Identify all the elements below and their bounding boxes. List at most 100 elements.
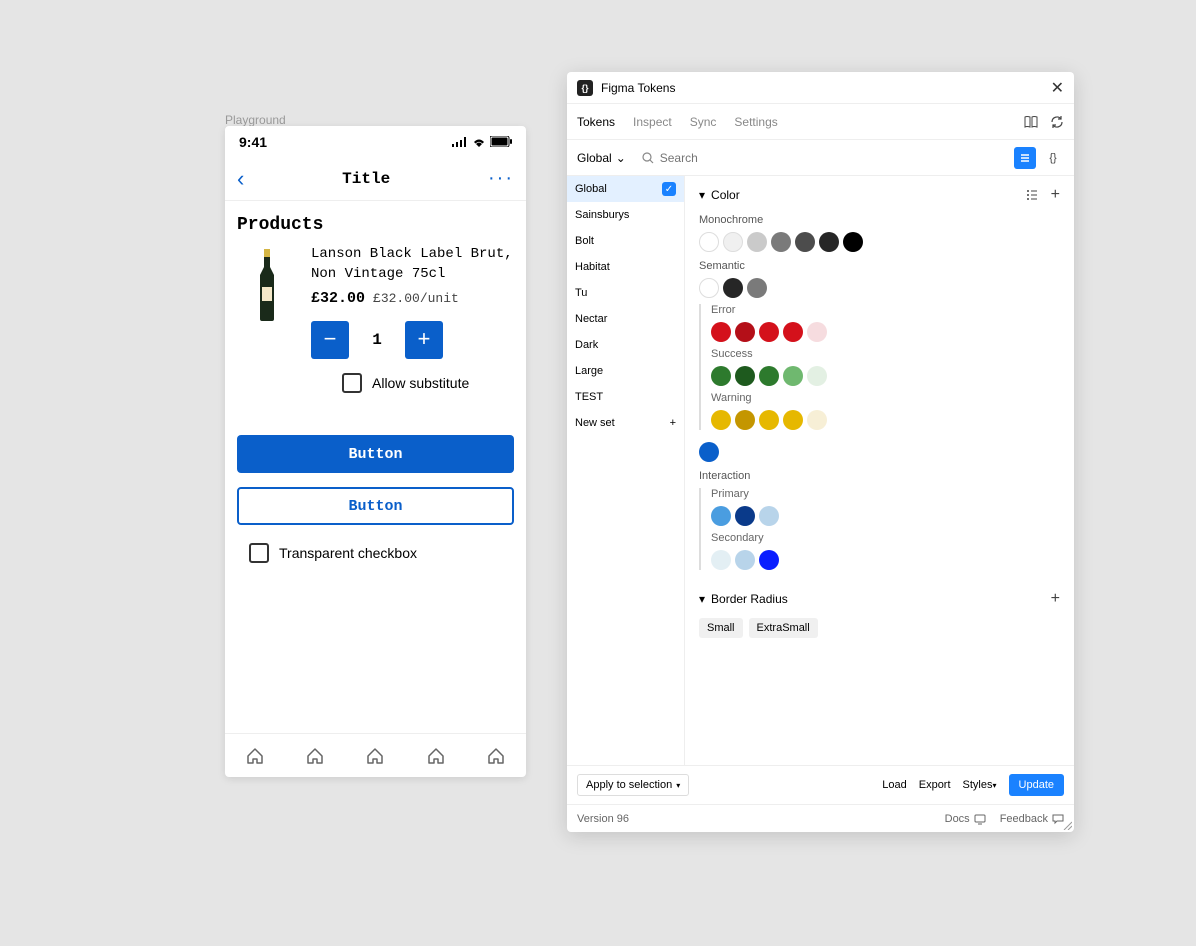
color-swatch[interactable] — [711, 410, 731, 430]
styles-dropdown[interactable]: Styles▾ — [963, 779, 997, 791]
products-heading: Products — [225, 201, 526, 245]
qty-increase-button[interactable]: + — [405, 321, 443, 359]
add-token-button[interactable]: + — [1051, 186, 1060, 204]
secondary-label: Secondary — [711, 532, 1060, 544]
sidebar-item-label: Sainsburys — [575, 209, 629, 221]
transparent-checkbox[interactable] — [249, 543, 269, 563]
color-swatch[interactable] — [711, 550, 731, 570]
color-swatch[interactable] — [711, 366, 731, 386]
docs-link[interactable]: Docs — [945, 813, 986, 825]
allow-substitute-checkbox[interactable] — [342, 373, 362, 393]
color-swatch[interactable] — [699, 278, 719, 298]
tab-home-3[interactable] — [366, 747, 384, 765]
color-swatch[interactable] — [759, 506, 779, 526]
qty-value: 1 — [367, 331, 387, 349]
book-icon[interactable] — [1024, 115, 1038, 129]
tab-inspect[interactable]: Inspect — [633, 115, 672, 129]
color-swatch[interactable] — [783, 366, 803, 386]
add-radius-button[interactable]: + — [1051, 590, 1060, 608]
close-button[interactable]: ✕ — [1051, 78, 1064, 98]
color-swatch[interactable] — [819, 232, 839, 252]
view-list-button[interactable] — [1014, 147, 1036, 169]
tab-sync[interactable]: Sync — [690, 115, 717, 129]
new-set-button[interactable]: New set + — [567, 410, 684, 436]
color-swatch[interactable] — [735, 410, 755, 430]
color-section-toggle[interactable]: ▾ Color — [699, 188, 740, 202]
color-swatch[interactable] — [699, 442, 719, 462]
tab-home-5[interactable] — [487, 747, 505, 765]
qty-decrease-button[interactable]: − — [311, 321, 349, 359]
error-label: Error — [711, 304, 1060, 316]
color-swatch[interactable] — [843, 232, 863, 252]
apply-selection-dropdown[interactable]: Apply to selection ▾ — [577, 774, 689, 796]
color-swatch[interactable] — [747, 232, 767, 252]
list-icon — [1019, 152, 1031, 164]
color-swatch[interactable] — [759, 550, 779, 570]
primary-button[interactable]: Button — [237, 435, 514, 473]
plus-icon: + — [670, 417, 676, 429]
sidebar-item-habitat[interactable]: Habitat — [567, 254, 684, 280]
sidebar-item-dark[interactable]: Dark — [567, 332, 684, 358]
color-swatch[interactable] — [759, 410, 779, 430]
more-button[interactable]: ··· — [488, 167, 514, 190]
color-swatch[interactable] — [711, 506, 731, 526]
color-swatch[interactable] — [735, 322, 755, 342]
color-swatch[interactable] — [759, 366, 779, 386]
list-view-icon[interactable] — [1025, 188, 1039, 202]
color-swatch[interactable] — [807, 366, 827, 386]
refresh-icon[interactable] — [1050, 115, 1064, 129]
color-swatch[interactable] — [735, 550, 755, 570]
color-swatch[interactable] — [783, 322, 803, 342]
sidebar-item-large[interactable]: Large — [567, 358, 684, 384]
color-swatch[interactable] — [711, 322, 731, 342]
chip-small[interactable]: Small — [699, 618, 743, 638]
sidebar-item-bolt[interactable]: Bolt — [567, 228, 684, 254]
sidebar-item-label: Tu — [575, 287, 587, 299]
radius-chips: Small ExtraSmall — [699, 618, 1060, 638]
warning-label: Warning — [711, 392, 1060, 404]
sidebar-item-nectar[interactable]: Nectar — [567, 306, 684, 332]
view-json-button[interactable]: {} — [1042, 147, 1064, 169]
sidebar-item-test[interactable]: TEST — [567, 384, 684, 410]
nav-title: Title — [342, 170, 390, 188]
set-dropdown[interactable]: Global ⌄ — [577, 151, 626, 165]
color-swatch[interactable] — [747, 278, 767, 298]
monochrome-swatches — [699, 232, 1060, 252]
color-swatch[interactable] — [759, 322, 779, 342]
color-swatch[interactable] — [783, 410, 803, 430]
sidebar-item-label: TEST — [575, 391, 603, 403]
feedback-link[interactable]: Feedback — [1000, 813, 1064, 825]
color-swatch[interactable] — [723, 278, 743, 298]
sidebar-item-sainsburys[interactable]: Sainsburys — [567, 202, 684, 228]
export-button[interactable]: Export — [919, 779, 951, 791]
status-time: 9:41 — [239, 134, 267, 150]
tab-tokens[interactable]: Tokens — [577, 115, 615, 129]
color-swatch[interactable] — [795, 232, 815, 252]
color-swatch[interactable] — [735, 366, 755, 386]
sidebar-item-tu[interactable]: Tu — [567, 280, 684, 306]
tab-home-1[interactable] — [246, 747, 264, 765]
search-input[interactable] — [660, 151, 780, 165]
color-section-label: Color — [711, 188, 740, 202]
checkbox-checked-icon[interactable]: ✓ — [662, 182, 676, 196]
tab-home-4[interactable] — [427, 747, 445, 765]
color-swatch[interactable] — [807, 322, 827, 342]
secondary-button[interactable]: Button — [237, 487, 514, 525]
back-button[interactable]: ‹ — [237, 166, 244, 192]
color-swatch[interactable] — [807, 410, 827, 430]
chip-extrasmall[interactable]: ExtraSmall — [749, 618, 818, 638]
border-radius-toggle[interactable]: ▾ Border Radius — [699, 592, 788, 606]
success-label: Success — [711, 348, 1060, 360]
main-area: Global ✓ Sainsburys Bolt Habitat Tu Nect… — [567, 176, 1074, 765]
tabs-row: Tokens Inspect Sync Settings — [567, 104, 1074, 140]
color-swatch[interactable] — [723, 232, 743, 252]
color-swatch[interactable] — [735, 506, 755, 526]
update-button[interactable]: Update — [1009, 774, 1064, 796]
sidebar-item-global[interactable]: Global ✓ — [567, 176, 684, 202]
color-swatch[interactable] — [771, 232, 791, 252]
tab-settings[interactable]: Settings — [734, 115, 777, 129]
color-swatch[interactable] — [699, 232, 719, 252]
tab-home-2[interactable] — [306, 747, 324, 765]
resize-handle-icon[interactable] — [1062, 820, 1072, 830]
load-button[interactable]: Load — [882, 779, 906, 791]
